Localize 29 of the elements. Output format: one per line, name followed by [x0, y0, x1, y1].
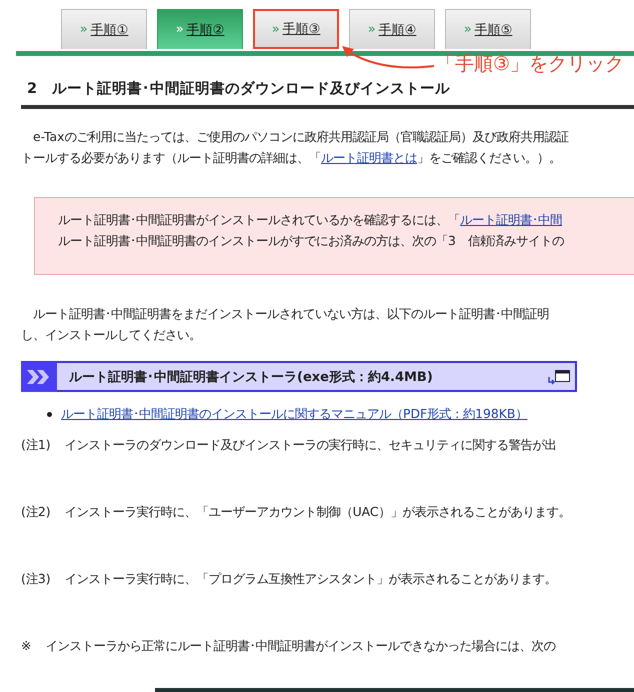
section-heading: 2 ルート証明書･中間証明書のダウンロード及びインストール — [21, 78, 634, 109]
step-tab[interactable]: » 手順⑤ — [445, 9, 531, 49]
note-text: インストーラのダウンロード及びインストーラの実行時に、セキュリティに関する警告が出 — [64, 436, 557, 454]
note-mark: ※ — [21, 637, 32, 655]
text-link[interactable]: ルート証明書･中間 — [460, 212, 562, 227]
bullet-icon — [47, 412, 52, 417]
paragraph-line: ルート証明書･中間証明書をまだインストールされていない方は、以下のルート証明書･中間証明 — [32, 305, 550, 323]
paragraph-line: し、インストールしてください。 — [21, 326, 202, 344]
double-chevron-icon — [21, 362, 57, 392]
step-tab[interactable]: » 手順① — [61, 9, 147, 49]
step-tab[interactable]: » 手順② — [157, 9, 243, 49]
installer-download-bar[interactable]: ルート証明書･中間証明書インストーラ(exe形式：約4.4MB) — [21, 361, 577, 392]
paragraph-line: トールする必要があります（ルート証明書の詳細は、「ルート証明書とは」をご確認ください。）。 — [21, 149, 562, 167]
note-mark: (注2) — [21, 503, 51, 521]
step-tab[interactable]: » 手順④ — [349, 9, 435, 49]
notice-line: ルート証明書･中間証明書がインストールされているかを確認するには、「ルート証明書･中間 — [58, 211, 563, 229]
paragraph-line: e-Taxのご利用に当たっては、ご使用のパソコンに政府共用認証局（官職認証局）及び政府共用認証 — [32, 128, 570, 146]
new-window-icon — [547, 368, 571, 384]
note-text: インストーラ実行時に、「プログラム互換性アシスタント」が表示されることがあります。 — [64, 570, 557, 588]
step-tab[interactable]: » 手順③ — [253, 9, 339, 49]
manual-link[interactable]: ルート証明書･中間証明書のインストールに関するマニュアル（PDF形式：約198KB） — [61, 406, 528, 423]
callout-text: 「手順③」をクリック — [436, 52, 624, 77]
note-text: インストーラから正常にルート証明書･中間証明書がインストールできなかった場合には、次の — [45, 637, 556, 655]
installer-label: ルート証明書･中間証明書インストーラ(exe形式：約4.4MB) — [69, 368, 434, 386]
note-mark: (注3) — [21, 570, 51, 588]
text-link[interactable]: ルート証明書とは — [321, 150, 417, 165]
notice-line: ルート証明書･中間証明書のインストールがすでにお済みの方は、次の「3 信頼済みサイトの — [58, 232, 565, 250]
note-mark: (注1) — [21, 436, 51, 454]
note-text: インストーラ実行時に、「ユーザーアカウント制御（UAC）」が表示されることがあります。 — [64, 503, 571, 521]
